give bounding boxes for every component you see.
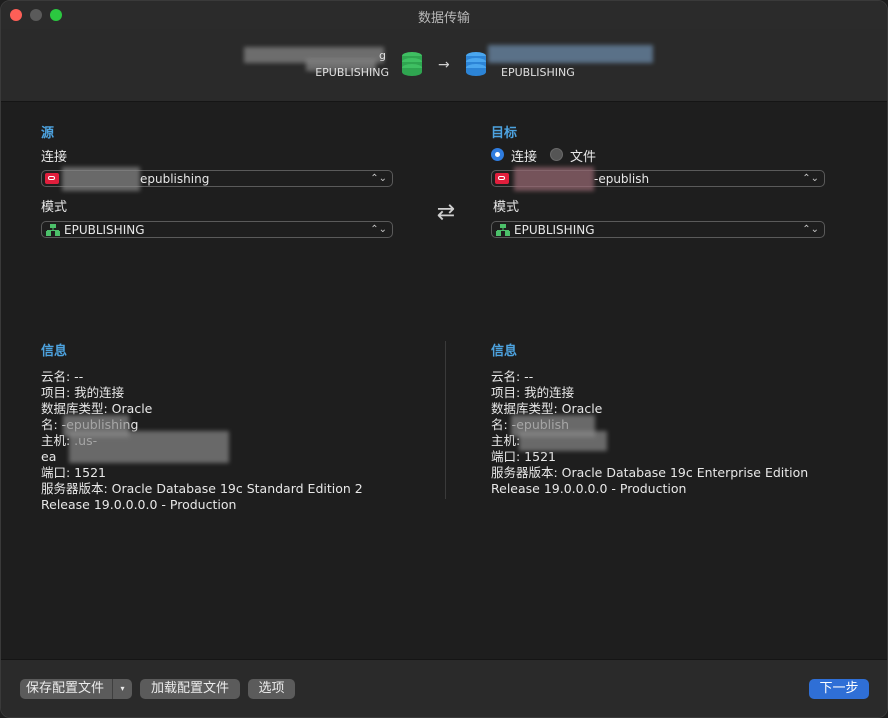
- info-line: 端口: 1521: [491, 449, 556, 464]
- transfer-direction-arrow-icon: →: [438, 57, 450, 73]
- target-connection-select[interactable]: -epublish ⌃⌄: [491, 167, 825, 191]
- window-title: 数据传输: [417, 11, 470, 26]
- redacted-target-connection-name: [514, 167, 594, 191]
- source-schema-name: EPUBLISHING: [315, 66, 389, 79]
- target-connection-value: -epublish: [594, 172, 650, 186]
- info-divider: [445, 341, 446, 499]
- target-schema-label: 模式: [493, 200, 520, 215]
- redacted-source-host: [69, 431, 229, 463]
- source-connection-label: 连接: [41, 150, 68, 165]
- source-connection-value: epublishing: [140, 172, 210, 186]
- info-line: 云名: --: [41, 369, 84, 384]
- source-schema-label: 模式: [41, 200, 68, 215]
- next-button[interactable]: 下一步: [809, 679, 869, 699]
- target-info-title: 信息: [491, 344, 518, 359]
- data-transfer-window: 数据传输 g EPUBLISHING → EPUBLISHING 源 连接 ep…: [0, 0, 888, 718]
- save-profile-dropdown-icon[interactable]: ▾: [112, 679, 132, 699]
- source-name-suffix: g: [379, 49, 386, 62]
- source-section-title: 源: [41, 126, 55, 141]
- redacted-target-connection: [488, 45, 653, 63]
- chevron-updown-icon: ⌃⌄: [370, 224, 387, 235]
- target-schema-select[interactable]: EPUBLISHING ⌃⌄: [491, 221, 825, 238]
- info-line: 云名: --: [491, 369, 534, 384]
- target-file-radio[interactable]: [550, 148, 563, 161]
- transfer-summary-header: g EPUBLISHING → EPUBLISHING: [1, 29, 887, 102]
- info-line: Release 19.0.0.0.0 - Production: [41, 497, 237, 512]
- redacted-source-connection-name: [62, 167, 140, 191]
- oracle-icon: [45, 173, 59, 184]
- title-bar: 数据传输: [1, 1, 887, 30]
- info-line: 项目: 我的连接: [41, 385, 125, 400]
- target-section-title: 目标: [491, 126, 518, 141]
- footer-bar: 保存配置文件 ▾ 加载配置文件 选项 下一步: [1, 659, 887, 717]
- info-line: 项目: 我的连接: [491, 385, 575, 400]
- source-connection-select[interactable]: epublishing ⌃⌄: [41, 167, 393, 191]
- chevron-updown-icon: ⌃⌄: [370, 173, 387, 184]
- blue-database-icon: [466, 52, 486, 76]
- info-line: 端口: 1521: [41, 465, 106, 480]
- target-file-radio-label[interactable]: 文件: [570, 146, 596, 165]
- chevron-updown-icon: ⌃⌄: [802, 224, 819, 235]
- target-schema-value: EPUBLISHING: [514, 223, 595, 237]
- target-schema-name: EPUBLISHING: [501, 66, 575, 79]
- save-profile-label: 保存配置文件: [26, 681, 105, 696]
- source-schema-select[interactable]: EPUBLISHING ⌃⌄: [41, 221, 393, 238]
- redacted-target-host: [519, 431, 607, 451]
- green-database-icon: [402, 52, 422, 76]
- save-profile-button[interactable]: 保存配置文件 ▾: [20, 679, 132, 699]
- load-profile-button[interactable]: 加载配置文件: [140, 679, 240, 699]
- source-schema-value: EPUBLISHING: [64, 223, 145, 237]
- info-line: 服务器版本: Oracle Database 19c Enterprise Ed…: [491, 465, 809, 480]
- chevron-updown-icon: ⌃⌄: [802, 173, 819, 184]
- schema-icon: [46, 224, 60, 236]
- info-line: 服务器版本: Oracle Database 19c Standard Edit…: [41, 481, 363, 496]
- target-connection-radio[interactable]: [491, 148, 504, 161]
- target-connection-radio-label[interactable]: 连接: [511, 146, 537, 165]
- schema-icon: [496, 224, 510, 236]
- oracle-icon: [495, 173, 509, 184]
- options-button[interactable]: 选项: [248, 679, 295, 699]
- info-line: Release 19.0.0.0.0 - Production: [491, 481, 687, 496]
- source-info-title: 信息: [41, 344, 68, 359]
- swap-source-target-button[interactable]: ⇄: [431, 199, 461, 227]
